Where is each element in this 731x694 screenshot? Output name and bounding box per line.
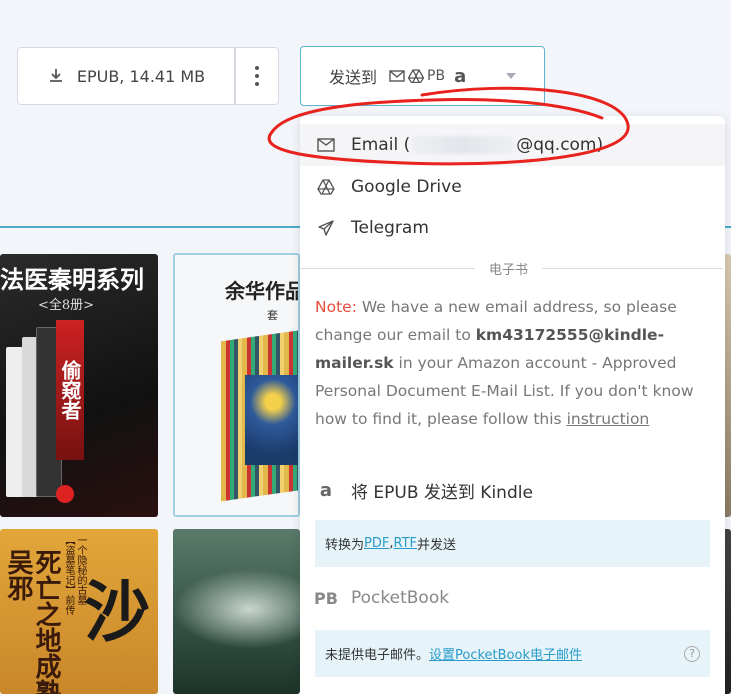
chevron-down-icon bbox=[506, 73, 516, 79]
redacted-email bbox=[411, 136, 516, 154]
kindle-label: 将 EPUB 发送到 Kindle bbox=[351, 482, 533, 503]
telegram-icon bbox=[316, 219, 336, 237]
download-label: EPUB, 14.41 MB bbox=[76, 66, 206, 86]
send-to-button[interactable]: 发送到 PB a bbox=[300, 46, 545, 106]
convert-prefix: 转换为 bbox=[325, 538, 365, 553]
more-vertical-icon bbox=[255, 66, 259, 86]
email-label-suffix: @qq.com) bbox=[516, 135, 604, 155]
book-red-title: 偷窥者 bbox=[56, 320, 84, 460]
pocketbook-icon: PB bbox=[314, 588, 338, 608]
pocketbook-info-box: 未提供电子邮件。 设置PocketBook电子邮件 ? bbox=[315, 630, 710, 677]
publisher-logo bbox=[56, 485, 74, 503]
google-drive-icon bbox=[316, 178, 336, 196]
ebook-section-label: 电子书 bbox=[489, 263, 529, 278]
book-title: 余华作品 bbox=[225, 279, 300, 303]
send-telegram-item[interactable]: Telegram bbox=[300, 207, 725, 249]
send-to-menu: Email ( @qq.com) Google Drive Telegram 电子… bbox=[300, 116, 725, 694]
convert-and-send-box: 转换为 PDF, RTF 并发送 bbox=[315, 520, 710, 567]
email-icon bbox=[389, 70, 405, 82]
send-kindle-item[interactable]: a 将 EPUB 发送到 Kindle bbox=[300, 469, 725, 511]
ebook-section-separator: 电子书 bbox=[300, 259, 725, 278]
amazon-icon: a bbox=[454, 65, 467, 87]
email-icon bbox=[316, 136, 336, 154]
send-to-label: 发送到 bbox=[329, 68, 378, 87]
convert-suffix: 并发送 bbox=[417, 538, 457, 553]
setup-pocketbook-email-link[interactable]: 设置PocketBook电子邮件 bbox=[429, 644, 582, 663]
telegram-label: Telegram bbox=[351, 218, 429, 238]
book-cover[interactable]: 法医秦明系列 <全8册> 偷窥者 bbox=[0, 254, 158, 517]
convert-rtf-link[interactable]: RTF bbox=[393, 536, 417, 551]
more-options-button[interactable] bbox=[235, 47, 279, 105]
send-services: PB a bbox=[389, 66, 466, 87]
book-tagline: 【盗墓笔记】前传 bbox=[63, 535, 74, 615]
book-subtitle: <全8册> bbox=[38, 298, 95, 313]
book-cover[interactable]: 余华作品 套 bbox=[173, 253, 300, 517]
kindle-email-note: Note: We have a new email address, so pl… bbox=[315, 293, 710, 433]
amazon-icon: a bbox=[319, 479, 333, 501]
email-label-prefix: Email ( bbox=[351, 135, 411, 155]
send-email-item[interactable]: Email ( @qq.com) bbox=[300, 124, 725, 166]
note-prefix: Note: bbox=[315, 298, 357, 316]
book-subtitle: 套 bbox=[267, 309, 278, 322]
google-drive-label: Google Drive bbox=[351, 177, 462, 197]
pocketbook-icon: PB bbox=[427, 68, 446, 84]
pb-info-text: 未提供电子邮件。 bbox=[325, 648, 430, 663]
convert-pdf-link[interactable]: PDF bbox=[364, 536, 389, 551]
pocketbook-label: PocketBook bbox=[351, 588, 450, 608]
book-cover[interactable] bbox=[173, 529, 300, 694]
download-epub-button[interactable]: EPUB, 14.41 MB bbox=[17, 47, 235, 105]
book-big-title: 沙 bbox=[84, 573, 150, 651]
book-title: 死亡之地成熟吴邪 bbox=[3, 549, 61, 694]
google-drive-icon bbox=[408, 69, 425, 83]
help-icon[interactable]: ? bbox=[684, 645, 700, 662]
download-icon bbox=[49, 69, 62, 82]
send-pocketbook-item[interactable]: PB PocketBook bbox=[300, 577, 725, 619]
instruction-link[interactable]: instruction bbox=[567, 410, 650, 428]
send-google-drive-item[interactable]: Google Drive bbox=[300, 166, 725, 208]
book-title: 法医秦明系列 bbox=[0, 265, 144, 294]
book-cover[interactable]: 死亡之地成熟吴邪 【盗墓笔记】前传 一个隐秘的古墓 沙 bbox=[0, 529, 158, 694]
